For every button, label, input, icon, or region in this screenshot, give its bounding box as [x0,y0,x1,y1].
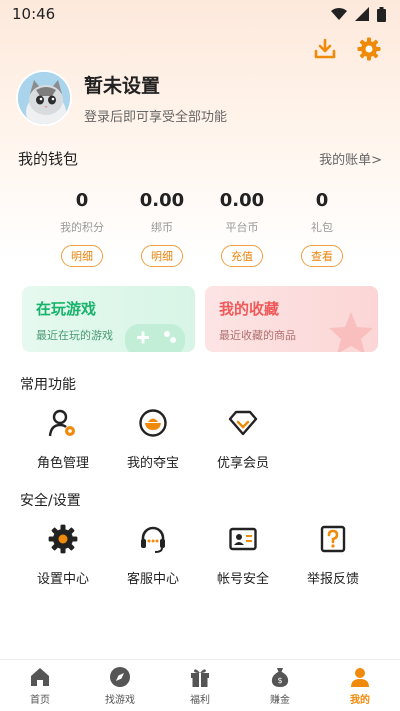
role-management-item[interactable]: 角色管理 [18,406,108,471]
nav-earn-gold[interactable]: $ 赚金 [240,660,320,711]
wallet-header: 我的钱包 我的账单> [18,148,382,169]
vip-member-item[interactable]: 优享会员 [198,406,288,471]
common-functions-title: 常用功能 [20,377,76,393]
playing-games-title: 在玩游戏 [36,300,97,318]
money-bag-icon: $ [269,666,291,688]
avatar[interactable] [16,70,72,126]
gift-label: 礼包 [311,221,333,234]
gamepad-icon [125,324,185,352]
role-manage-icon [46,406,80,440]
nav-welfare-label: 福利 [190,694,210,706]
points-value: 0 [75,190,89,211]
home-icon [29,666,51,688]
signal-icon [355,7,369,21]
customer-service-label: 客服中心 [126,572,179,587]
settings-gear-icon[interactable] [356,36,382,62]
settings-center-item[interactable]: 设置中心 [18,522,108,587]
my-bill-link[interactable]: 我的账单> [319,149,382,168]
star-icon [329,312,373,352]
recharge-button[interactable]: 充值 [221,245,263,267]
points-label: 我的积分 [60,221,104,234]
account-security-item[interactable]: 帐号安全 [198,522,288,587]
stat-points: 0 我的积分 明细 [42,190,122,267]
bottom-nav: 首页 找游戏 福利 $ 赚金 我的 [0,659,400,711]
treasure-icon [136,406,170,440]
points-detail-button[interactable]: 明细 [61,245,103,267]
id-card-icon [226,522,260,556]
header-actions [312,36,382,62]
gear-icon [46,522,80,556]
profile-name: 暂未设置 [84,75,161,97]
security-settings-row: 设置中心 客服中心 帐号安全 举报反馈 [0,522,400,587]
playing-games-card[interactable]: 在玩游戏 最近在玩的游戏 [22,286,195,352]
bound-coin-label: 绑币 [151,221,173,234]
stat-gift: 0 礼包 查看 [282,190,362,267]
download-icon[interactable] [312,36,338,62]
report-feedback-label: 举报反馈 [306,572,359,587]
diamond-icon [226,406,260,440]
account-security-label: 帐号安全 [216,572,269,587]
vip-member-label: 优享会员 [216,456,269,471]
profile-section[interactable]: 暂未设置 登录后即可享受全部功能 [16,70,227,126]
report-feedback-item[interactable]: 举报反馈 [288,522,378,587]
role-management-label: 角色管理 [36,456,89,471]
wallet-title: 我的钱包 [18,150,79,168]
bound-coin-detail-button[interactable]: 明细 [141,245,183,267]
status-bar: 10:46 [0,0,400,28]
gift-value: 0 [315,190,329,211]
question-icon [316,522,350,556]
platform-coin-label: 平台币 [225,221,259,234]
user-icon [349,666,371,688]
wifi-icon [331,7,347,21]
nav-find-games[interactable]: 找游戏 [80,660,160,711]
compass-icon [109,666,131,688]
nav-home-label: 首页 [30,694,50,706]
gift-view-button[interactable]: 查看 [301,245,343,267]
status-icons [331,6,386,22]
headset-icon [136,522,170,556]
nav-welfare[interactable]: 福利 [160,660,240,711]
wallet-stats: 0 我的积分 明细 0.00 绑币 明细 0.00 平台币 充值 0 礼包 查看 [0,190,400,267]
settings-center-label: 设置中心 [36,572,89,587]
nav-home[interactable]: 首页 [0,660,80,711]
common-functions-row: 角色管理 我的夺宝 优享会员 [0,406,400,471]
stat-bound-coin: 0.00 绑币 明细 [122,190,202,267]
quick-cards: 在玩游戏 最近在玩的游戏 我的收藏 最近收藏的商品 [22,286,378,352]
stat-platform-coin: 0.00 平台币 充值 [202,190,282,267]
bound-coin-value: 0.00 [139,190,185,211]
battery-icon [377,6,386,22]
nav-mine[interactable]: 我的 [320,660,400,711]
gift-icon [189,666,211,688]
nav-mine-label: 我的 [350,694,370,706]
status-time: 10:46 [12,5,56,23]
my-treasure-item[interactable]: 我的夺宝 [108,406,198,471]
nav-earn-gold-label: 赚金 [270,694,290,706]
platform-coin-value: 0.00 [219,190,265,211]
security-settings-title: 安全/设置 [20,493,81,509]
my-favorites-card[interactable]: 我的收藏 最近收藏的商品 [205,286,378,352]
nav-find-games-label: 找游戏 [105,694,135,706]
login-hint: 登录后即可享受全部功能 [84,110,228,125]
my-treasure-label: 我的夺宝 [126,456,179,471]
svg-text:$: $ [277,676,282,685]
customer-service-item[interactable]: 客服中心 [108,522,198,587]
